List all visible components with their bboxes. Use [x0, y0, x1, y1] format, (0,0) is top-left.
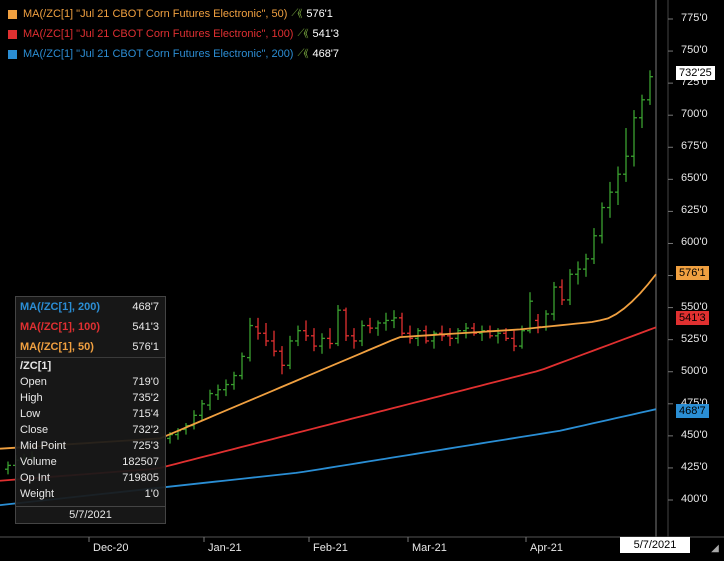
panel-ma-value: 468'7	[132, 301, 159, 313]
panel-row-label: Close	[20, 424, 49, 436]
panel-row-value: 735'2	[132, 392, 159, 404]
date-tick-label: Jan-21	[208, 542, 242, 554]
legend-row[interactable]: MA(/ZC[1] "Jul 21 CBOT Corn Futures Elec…	[8, 4, 339, 24]
legend-study-name: MA(/ZC[1] "Jul 21 CBOT Corn Futures Elec…	[23, 48, 294, 60]
panel-row-label: Open	[20, 376, 47, 388]
price-tick-label: 400'0	[681, 493, 708, 505]
panel-data-row: High 735'2	[16, 390, 165, 406]
last-price-tag: 732'25	[676, 65, 715, 80]
panel-data-row: Op Int 719805	[16, 470, 165, 486]
panel-row-value: 719805	[122, 472, 159, 484]
panel-symbol: /ZC[1]	[20, 360, 52, 372]
date-tick-label: Dec-20	[93, 542, 129, 554]
panel-data-row: Open 719'0	[16, 374, 165, 390]
date-tick-label: Apr-21	[530, 542, 564, 554]
panel-row-label: Mid Point	[20, 440, 66, 452]
panel-ma-row: MA(/ZC[1], 50) 576'1	[16, 337, 165, 357]
ma-value-tag: 576'1	[676, 266, 709, 281]
legend-color-swatch	[8, 49, 17, 59]
panel-row-value: 715'4	[132, 408, 159, 420]
legend-value: 468'7	[312, 48, 340, 60]
price-tick-label: 525'0	[681, 332, 708, 345]
panel-data-row: Weight 1'0	[16, 486, 165, 502]
study-legend: MA(/ZC[1] "Jul 21 CBOT Corn Futures Elec…	[8, 4, 339, 64]
ma-value-tag: 541'3	[676, 310, 709, 325]
panel-data-row: Volume 182507	[16, 454, 165, 470]
price-tick-label: 625'0	[681, 204, 708, 217]
price-tick-label: 750'0	[681, 44, 708, 57]
legend-color-swatch	[8, 9, 17, 19]
panel-row-label: Volume	[20, 456, 57, 468]
panel-ma-row: MA(/ZC[1], 100) 541'3	[16, 317, 165, 337]
panel-row-value: 182507	[122, 456, 159, 468]
panel-ma-label: MA(/ZC[1], 200)	[20, 301, 101, 313]
legend-row[interactable]: MA(/ZC[1] "Jul 21 CBOT Corn Futures Elec…	[8, 24, 339, 44]
price-tick-label: 675'0	[681, 140, 708, 153]
price-tick-label: 650'0	[681, 172, 708, 185]
panel-data-row: Low 715'4	[16, 406, 165, 422]
panel-symbol-row: /ZC[1]	[16, 357, 165, 374]
legend-study-name: MA(/ZC[1] "Jul 21 CBOT Corn Futures Elec…	[23, 28, 294, 40]
panel-row-value: 725'3	[132, 440, 159, 452]
legend-value: 576'1	[306, 8, 333, 20]
legend-study-name: MA(/ZC[1] "Jul 21 CBOT Corn Futures Elec…	[23, 8, 288, 20]
study-edit-icon[interactable]: ⟋⟪	[297, 24, 308, 44]
legend-color-swatch	[8, 29, 17, 39]
legend-value: 541'3	[312, 28, 340, 40]
study-edit-icon[interactable]: ⟋⟪	[291, 4, 302, 24]
panel-row-label: Weight	[20, 488, 55, 500]
panel-ma-label: MA(/ZC[1], 100)	[20, 321, 101, 333]
panel-row-value: 719'0	[132, 376, 159, 388]
date-tick-label: Feb-21	[313, 542, 348, 554]
price-tick-label: 500'0	[681, 364, 708, 377]
panel-data-row: Mid Point 725'3	[16, 438, 165, 454]
panel-row-label: High	[20, 392, 43, 404]
panel-data-row: Close 732'2	[16, 422, 165, 438]
panel-ma-label: MA(/ZC[1], 50)	[20, 341, 94, 353]
panel-date: 5/7/2021	[16, 506, 165, 523]
panel-row-value: 732'2	[132, 424, 159, 436]
panel-ma-value: 541'3	[132, 321, 159, 333]
panel-ma-row: MA(/ZC[1], 200) 468'7	[16, 297, 165, 317]
scroll-right-icon[interactable]: ◢	[708, 543, 722, 557]
price-tick-label: 775'0	[681, 12, 708, 24]
panel-row-label: Low	[20, 408, 41, 420]
panel-row-label: Op Int	[20, 472, 50, 484]
panel-ma-value: 576'1	[132, 341, 159, 353]
data-window-panel: MA(/ZC[1], 200) 468'7 MA(/ZC[1], 100) 541'3…	[15, 296, 166, 524]
date-tick-label: Mar-21	[412, 542, 447, 554]
legend-row[interactable]: MA(/ZC[1] "Jul 21 CBOT Corn Futures Elec…	[8, 44, 339, 64]
study-edit-icon[interactable]: ⟋⟪	[297, 44, 308, 64]
price-tick-label: 425'0	[681, 460, 708, 473]
price-tick-label: 700'0	[681, 108, 708, 121]
panel-row-value: 1'0	[144, 488, 159, 500]
price-tick-label: 450'0	[681, 428, 708, 441]
cursor-date-tag: 5/7/2021	[620, 537, 690, 553]
price-tick-label: 600'0	[681, 236, 708, 249]
ma-value-tag: 468'7	[676, 403, 709, 418]
